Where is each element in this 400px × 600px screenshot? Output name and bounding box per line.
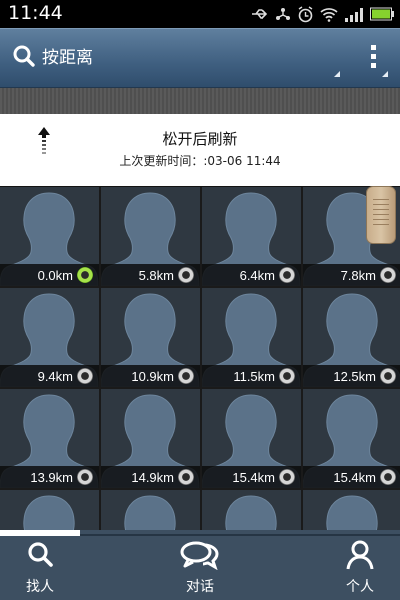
battery-icon <box>370 7 394 21</box>
person-card[interactable]: 10.9km <box>101 288 200 387</box>
wifi-icon <box>320 7 338 22</box>
person-card[interactable]: 5.8km <box>101 187 200 286</box>
offline-status-icon <box>380 267 396 283</box>
bottom-nav: 找人 对话 个人 <box>0 530 400 600</box>
person-card[interactable] <box>303 490 400 530</box>
tab-label: 个人 <box>346 579 374 595</box>
offline-status-icon <box>380 469 396 485</box>
person-card[interactable]: 13.9km <box>0 389 99 488</box>
share-icon <box>276 8 290 20</box>
person-card[interactable]: 6.4km <box>202 187 301 286</box>
offline-status-icon <box>77 469 93 485</box>
tab-find-people[interactable]: 找人 <box>18 540 62 600</box>
scroll-progress-indicator <box>0 530 80 536</box>
default-avatar-icon <box>0 490 99 530</box>
overflow-menu-button[interactable] <box>370 45 378 71</box>
offline-status-icon <box>178 267 194 283</box>
status-icons <box>251 4 394 24</box>
offline-status-icon <box>178 469 194 485</box>
search-icon <box>13 45 35 67</box>
default-avatar-icon <box>202 490 301 530</box>
tab-profile[interactable]: 个人 <box>338 540 382 600</box>
status-bar: 11:44 <box>0 0 400 28</box>
usb-icon <box>252 9 268 19</box>
offline-status-icon <box>279 368 295 384</box>
sort-selector[interactable]: 按距离 <box>12 43 93 68</box>
person-card[interactable] <box>101 490 200 530</box>
chat-bubbles-icon <box>180 541 219 570</box>
offline-status-icon <box>77 368 93 384</box>
search-icon <box>28 542 53 567</box>
person-card[interactable]: 15.4km <box>303 389 400 488</box>
offline-status-icon <box>380 368 396 384</box>
people-grid: 0.0km 5.8km 6.4km 7.8km 9.4km 10.9km 11.5km 12.… <box>0 187 400 530</box>
person-card[interactable] <box>0 490 99 530</box>
signal-icon <box>345 7 363 22</box>
person-card[interactable] <box>202 490 301 530</box>
pull-strip <box>0 88 400 114</box>
alarm-icon <box>298 5 313 22</box>
refresh-message: 松开后刷新 <box>162 130 238 148</box>
person-icon <box>346 540 374 570</box>
offline-status-icon <box>279 469 295 485</box>
tab-label: 找人 <box>26 579 54 595</box>
default-avatar-icon <box>101 490 200 530</box>
tab-label: 对话 <box>186 579 214 595</box>
last-update-time: 上次更新时间：:03-06 11:44 <box>119 154 281 168</box>
person-card[interactable]: 0.0km <box>0 187 99 286</box>
tab-conversations[interactable]: 对话 <box>175 540 225 600</box>
menu-caret-icon <box>382 71 388 77</box>
person-card[interactable]: 14.9km <box>101 389 200 488</box>
fast-scroll-handle[interactable] <box>366 186 396 244</box>
status-time: 11:44 <box>8 2 63 24</box>
person-card[interactable]: 11.5km <box>202 288 301 387</box>
offline-status-icon <box>279 267 295 283</box>
online-status-icon <box>77 267 93 283</box>
person-card[interactable]: 12.5km <box>303 288 400 387</box>
person-card[interactable]: 9.4km <box>0 288 99 387</box>
sort-title: 按距离 <box>42 48 93 68</box>
offline-status-icon <box>178 368 194 384</box>
top-bar: 按距离 <box>0 28 400 88</box>
dropdown-caret-icon <box>334 71 340 77</box>
pull-to-refresh-panel: 松开后刷新 上次更新时间：:03-06 11:44 <box>0 114 400 186</box>
person-card[interactable]: 15.4km <box>202 389 301 488</box>
default-avatar-icon <box>303 490 400 530</box>
